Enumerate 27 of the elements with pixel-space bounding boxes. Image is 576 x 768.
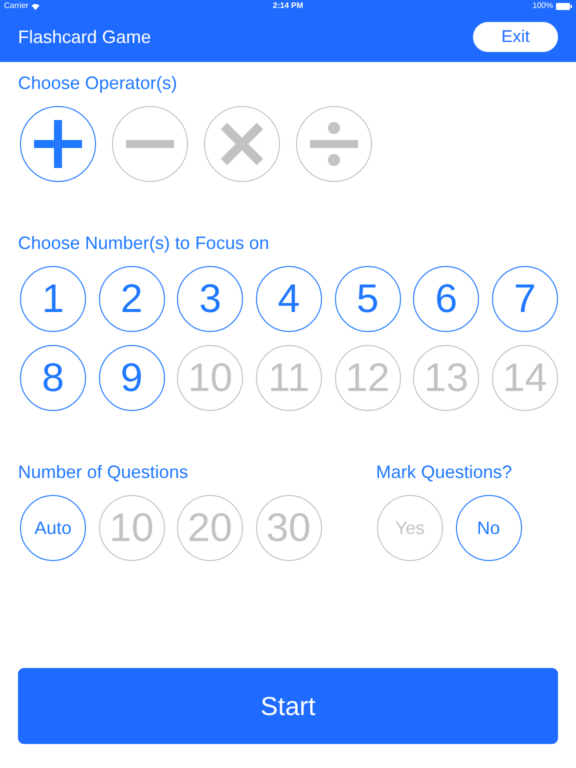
divide-icon xyxy=(310,122,358,166)
start-button[interactable]: Start xyxy=(18,668,558,744)
option-button[interactable]: 2 xyxy=(98,266,165,332)
option-button[interactable]: 1 xyxy=(20,266,86,332)
app-title: Flashcard Game xyxy=(18,26,152,48)
option-button[interactable]: Auto xyxy=(20,495,86,561)
battery-percent: 100% xyxy=(532,0,553,12)
wifi-icon xyxy=(31,2,40,10)
option-button[interactable]: No xyxy=(456,495,522,561)
option-button[interactable]: 3 xyxy=(177,266,244,332)
section-heading: Choose Number(s) to Focus on xyxy=(18,232,270,255)
times-icon xyxy=(221,123,263,165)
section-heading: Number of Questions xyxy=(18,461,190,484)
option-button[interactable]: 8 xyxy=(20,345,86,411)
minus-icon xyxy=(126,139,174,149)
exit-button[interactable]: Exit xyxy=(473,22,558,52)
section-heading: Mark Questions? xyxy=(376,461,514,484)
option-button[interactable]: 5 xyxy=(334,266,401,332)
clock: 2:14 PM xyxy=(272,0,304,12)
battery-icon xyxy=(556,2,572,10)
option-button[interactable]: 4 xyxy=(256,266,322,332)
carrier-label: Carrier xyxy=(4,0,28,12)
option-button[interactable]: 7 xyxy=(492,266,558,332)
plus-icon xyxy=(34,120,82,168)
option-button[interactable]: 9 xyxy=(98,345,165,411)
option-button[interactable]: 6 xyxy=(413,266,480,332)
section-heading: Choose Operator(s) xyxy=(18,72,178,95)
